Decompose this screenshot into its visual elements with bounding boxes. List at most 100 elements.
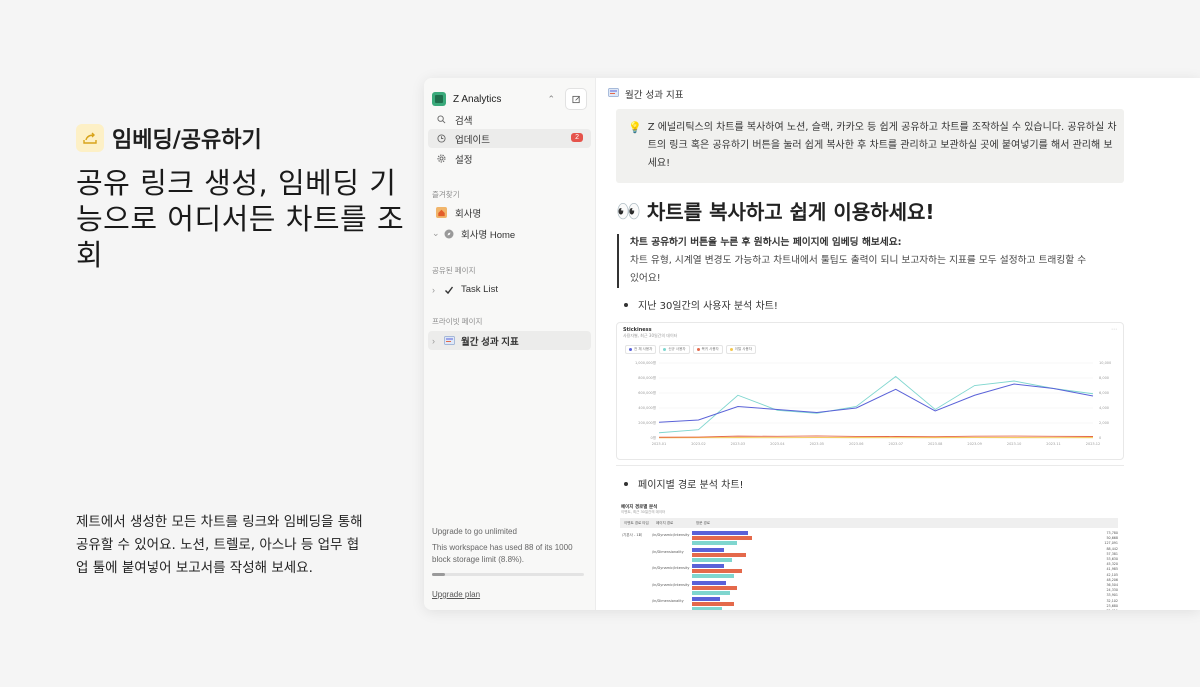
chevron-updown-icon: ⌃: [547, 93, 555, 104]
x-tick-label: 2023.04: [770, 442, 785, 446]
sidebar-item-monthly-kpi[interactable]: › 월간 성과 지표: [428, 331, 591, 350]
bar: [692, 531, 748, 535]
page-heading: 👀 차트를 복사하고 쉽게 이용하세요!: [616, 196, 935, 225]
bar: [692, 557, 732, 562]
table-cell: /in/Dynamic/Intensity: [652, 582, 690, 587]
upgrade-text: This workspace has used 88 of its 1000 b…: [432, 543, 573, 564]
bullet-text: 지난 30일간의 사용자 분석 차트!: [638, 301, 778, 312]
column-header: 이벤트 경로 타입: [624, 521, 649, 525]
y2-tick-label: 4,000: [1099, 406, 1109, 410]
y2-tick-label: 8,000: [1099, 376, 1109, 380]
table-cell: /in/Dimensionality: [652, 549, 684, 554]
x-tick-label: 2023.09: [967, 442, 981, 446]
clock-icon: [434, 134, 448, 143]
sidebar-item-label: 회사명: [455, 208, 482, 220]
callout-text: Z 에널리틱스의 차트를 복사하여 노션, 슬랙, 카카오 등 쉽게 공유하고 …: [647, 122, 1117, 169]
sidebar-item-label: 회사명 Home: [461, 229, 516, 241]
workspace-logo-icon: [432, 92, 446, 106]
table-cell: /in/Dimensionality: [652, 599, 684, 603]
new-page-button[interactable]: [565, 88, 587, 110]
bar: [692, 569, 742, 573]
y2-tick-label: 6,000: [1099, 391, 1109, 395]
y2-tick-label: 2,000: [1099, 421, 1109, 425]
sidebar-item-label: 설정: [455, 154, 473, 166]
value-label: 42,105: [1106, 572, 1118, 577]
value-label: 88,442: [1106, 546, 1118, 551]
value-label: 53,630: [1106, 557, 1118, 561]
value-label: 127,091: [1104, 541, 1118, 546]
upgrade-title: Upgrade to go unlimited: [432, 527, 517, 536]
value-label: 45,320: [1106, 562, 1118, 567]
x-tick-label: 2023.07: [888, 442, 902, 446]
embedded-table-chart[interactable]: 페이지 경로별 분석 이벤트, 최근 30일간의 데이터 이벤트 경로 타입 페…: [616, 500, 1120, 610]
sidebar-item-company[interactable]: 회사명: [428, 203, 591, 222]
x-tick-label: 2023.03: [731, 442, 745, 446]
home-icon: [434, 207, 448, 218]
embedded-chart[interactable]: Stickiness 사용자별, 최근 30일간의 데이터 ⋯ 전 체 사용자 …: [616, 322, 1124, 460]
gear-icon: [434, 154, 448, 163]
sidebar-item-updates[interactable]: 업데이트 2: [428, 129, 591, 148]
bar: [692, 590, 730, 595]
value-label: 73,780: [1106, 531, 1118, 535]
table-cell: /기본사 - 1회: [622, 533, 642, 537]
sidebar-item-task-list[interactable]: › Task List: [428, 280, 591, 299]
bar: [692, 597, 720, 601]
sidebar-item-search[interactable]: 검색: [428, 110, 591, 129]
chevron-right-icon[interactable]: ›: [432, 285, 442, 295]
divider: [616, 465, 1124, 466]
y-tick-label: 200,000명: [638, 420, 656, 425]
value-label: 24,330: [1106, 588, 1118, 593]
feature-label: 임베딩/공유하기: [112, 128, 262, 153]
chevron-right-icon[interactable]: ›: [432, 336, 442, 346]
quote-body: 차트 유형, 시계열 변경도 가능하고 차트내에서 툴팁도 출력이 되니 보고자…: [630, 255, 1087, 284]
storage-usage-fill: [432, 573, 446, 576]
table-header: 이벤트 경로 타입 페이지 경로 방문 경로: [620, 518, 1118, 528]
y-tick-label: 400,000명: [638, 405, 656, 410]
x-tick-label: 2023.02: [691, 442, 705, 446]
series-line: [658, 383, 1094, 423]
sidebar-item-label: 월간 성과 지표: [461, 336, 519, 348]
search-icon: [434, 115, 448, 124]
breadcrumb-title: 월간 성과 지표: [625, 90, 684, 101]
sidebar-item-settings[interactable]: 설정: [428, 149, 591, 168]
upgrade-plan-link[interactable]: Upgrade plan: [432, 589, 590, 601]
bullet-text: 페이지별 경로 분석 차트!: [638, 480, 744, 491]
value-label: 32,102: [1106, 598, 1118, 603]
page-heading-text: 차트를 복사하고 쉽게 이용하세요!: [646, 200, 935, 224]
table-cell: /in/Dynamic/Intensity: [652, 566, 690, 570]
bar: [692, 547, 724, 552]
check-icon: [442, 285, 456, 295]
value-label: 36,504: [1106, 583, 1118, 587]
bullet-item: 페이지별 경로 분석 차트!: [624, 476, 744, 491]
bar: [692, 552, 746, 557]
chevron-down-icon[interactable]: ⌄: [432, 228, 442, 239]
eyes-emoji-icon: 👀: [616, 198, 641, 223]
series-line: [658, 375, 1094, 434]
sidebar-item-company-home[interactable]: ⌄ 회사명 Home: [428, 224, 591, 243]
feature-description: 제트에서 생성한 모든 차트를 링크와 임베딩을 통해 공유할 수 있어요. 노…: [76, 514, 363, 576]
value-label: 48,206: [1106, 577, 1118, 582]
app-window: Z Analytics ⌃ 검색 업데이트 2 설정 즐겨찾기 회사명 ⌄ 회사…: [424, 78, 1200, 610]
bar: [692, 564, 724, 568]
y-tick-label: 0명: [651, 435, 656, 440]
x-tick-label: 2023.11: [1046, 442, 1060, 446]
share-arrow-icon: [76, 124, 104, 152]
quote-title: 차트 공유하기 버튼을 누른 후 원하시는 페이지에 임베딩 해보세요:: [630, 237, 902, 248]
bar: [692, 602, 734, 606]
value-label: 33,901: [1106, 593, 1118, 598]
lightbulb-icon: 💡: [628, 121, 642, 134]
update-count-badge: 2: [571, 133, 583, 142]
breadcrumb[interactable]: 월간 성과 지표: [608, 87, 683, 101]
page-icon: [608, 88, 619, 100]
page-content: 월간 성과 지표 💡 Z 에널리틱스의 차트를 복사하여 노션, 슬랙, 카카오…: [596, 78, 1200, 610]
x-tick-label: 2023.01: [652, 442, 666, 446]
shared-section-label: 공유된 페이지: [432, 266, 476, 275]
workspace-name: Z Analytics: [453, 93, 502, 105]
value-label: 57,381: [1106, 551, 1118, 556]
storage-usage-bar: [432, 573, 584, 576]
value-label: 50,668: [1106, 536, 1118, 541]
bar: [692, 541, 737, 545]
bar: [692, 574, 734, 578]
y-tick-label: 800,000명: [638, 375, 656, 380]
sidebar-item-label: 검색: [455, 115, 473, 127]
